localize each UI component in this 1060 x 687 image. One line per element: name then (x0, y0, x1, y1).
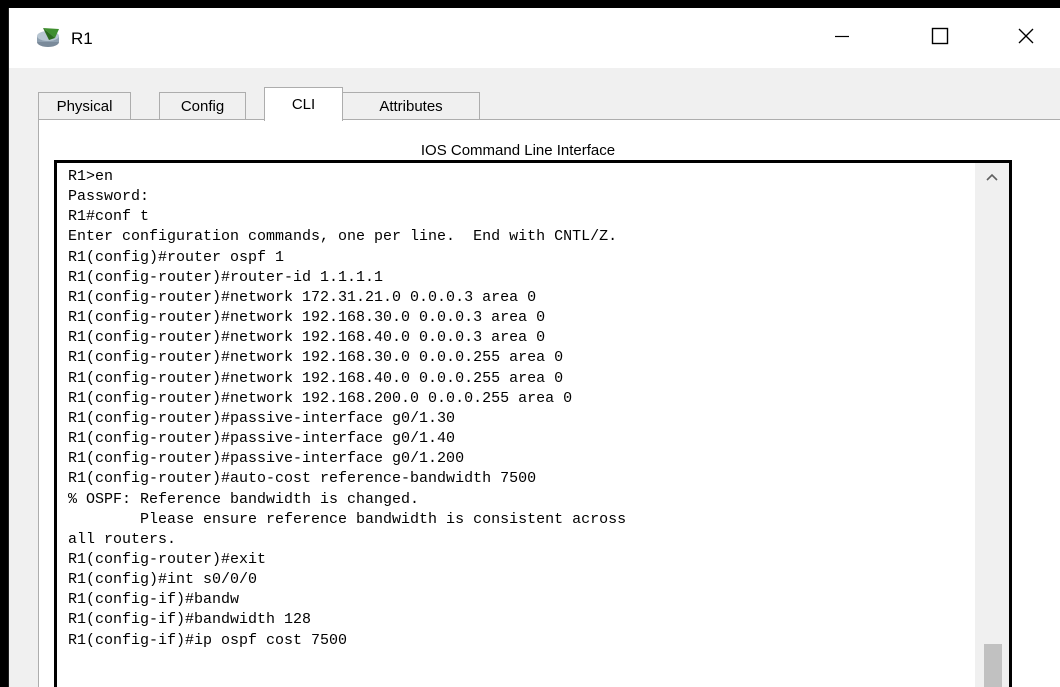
terminal-line: % OSPF: Reference bandwidth is changed. (68, 490, 420, 508)
close-button[interactable] (997, 8, 1055, 68)
scroll-thumb[interactable] (984, 644, 1002, 687)
terminal-output: R1>en Password: R1#conf t Enter configur… (68, 167, 626, 651)
panel-title: IOS Command Line Interface (420, 142, 616, 159)
terminal-line: R1(config-router)#router-id 1.1.1.1 (68, 268, 384, 286)
tab-physical[interactable]: Physical (38, 92, 131, 120)
window-title: R1 (71, 29, 93, 48)
cli-terminal[interactable]: R1>en Password: R1#conf t Enter configur… (54, 160, 1012, 687)
terminal-line: R1(config-router)#network 192.168.30.0 0… (68, 349, 564, 367)
terminal-line: R1(config-router)#exit (68, 550, 267, 568)
terminal-line: R1(config-if)#bandw (68, 591, 240, 609)
terminal-line: R1(config-router)#network 192.168.200.0 … (68, 389, 573, 407)
terminal-line: R1(config)#int s0/0/0 (68, 571, 258, 589)
vertical-scrollbar[interactable] (975, 163, 1009, 687)
terminal-line: all routers. (68, 530, 177, 548)
terminal-line: Please ensure reference bandwidth is con… (68, 510, 627, 528)
terminal-line: Password: (68, 188, 150, 206)
tab-config[interactable]: Config (159, 92, 246, 120)
terminal-line: R1(config-router)#network 192.168.40.0 0… (68, 329, 546, 347)
tab-bar: Physical Config CLI Attributes (9, 68, 1060, 121)
maximize-icon (931, 27, 949, 50)
minimize-button[interactable] (813, 8, 871, 68)
terminal-line: R1(config)#router ospf 1 (68, 248, 285, 266)
terminal-line: Enter configuration commands, one per li… (68, 228, 618, 246)
tab-attributes[interactable]: Attributes (342, 92, 480, 120)
tab-cli[interactable]: CLI (264, 87, 343, 121)
terminal-line: R1(config-if)#ip ospf cost 7500 (68, 631, 348, 649)
maximize-button[interactable] (911, 8, 969, 68)
terminal-line: R1(config-router)#passive-interface g0/1… (68, 430, 456, 448)
terminal-line: R1(config-router)#network 172.31.21.0 0.… (68, 288, 537, 306)
terminal-line: R1(config-router)#passive-interface g0/1… (68, 409, 456, 427)
terminal-line: R1(config-router)#network 192.168.30.0 0… (68, 309, 546, 327)
chevron-up-icon (986, 168, 998, 186)
terminal-line: R1(config-router)#passive-interface g0/1… (68, 450, 465, 468)
router-icon (35, 26, 63, 50)
title-bar[interactable]: R1 (9, 8, 1060, 68)
minimize-icon (834, 28, 850, 49)
terminal-line: R1>en (68, 168, 114, 185)
terminal-line: R1(config-if)#bandwidth 128 (68, 611, 312, 629)
terminal-line: R1(config-router)#auto-cost reference-ba… (68, 470, 537, 488)
terminal-line: R1(config-router)#network 192.168.40.0 0… (68, 369, 564, 387)
terminal-line: R1#conf t (68, 208, 150, 226)
close-icon (1017, 27, 1035, 50)
scroll-up-button[interactable] (975, 163, 1009, 191)
